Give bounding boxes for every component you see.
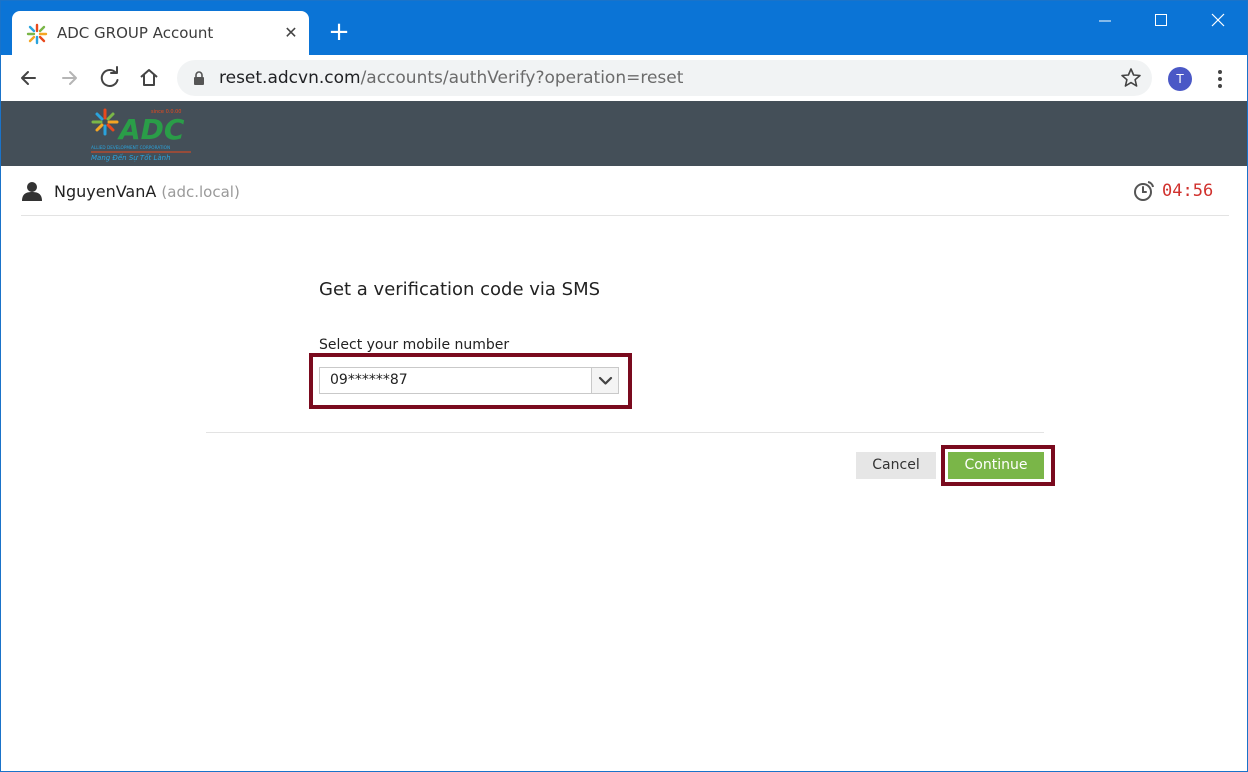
form-divider	[206, 432, 1044, 433]
mobile-number-select[interactable]: 09******87	[319, 367, 619, 394]
site-header: since 0.0.00 ADC ALLIED DEVELOPMENT CORP…	[1, 101, 1247, 166]
home-icon[interactable]	[135, 64, 163, 92]
timer-icon	[1134, 181, 1154, 201]
logo-slogan: Mang Đến Sự Tốt Lành	[91, 154, 171, 162]
back-arrow-icon[interactable]	[15, 64, 43, 92]
dropdown-toggle[interactable]	[591, 368, 618, 393]
mobile-number-label: Select your mobile number	[319, 337, 510, 353]
profile-avatar[interactable]: T	[1168, 67, 1192, 91]
minimize-button[interactable]	[1085, 7, 1125, 35]
cancel-button[interactable]: Cancel	[856, 452, 936, 479]
browser-tab[interactable]: ADC GROUP Account ✕	[12, 11, 309, 55]
user-name-line: NguyenVanA (adc.local)	[54, 182, 240, 201]
mobile-number-value: 09******87	[330, 372, 408, 388]
lock-icon	[194, 71, 204, 85]
user-name: NguyenVanA	[54, 182, 157, 201]
url-host: reset.adcvn.com	[219, 68, 361, 88]
adc-favicon-icon	[26, 23, 48, 45]
bookmark-star-icon[interactable]	[1120, 67, 1142, 89]
url-path: /accounts/authVerify?operation=reset	[360, 68, 684, 88]
adc-logo: since 0.0.00 ADC ALLIED DEVELOPMENT CORP…	[91, 108, 191, 162]
tab-title: ADC GROUP Account	[57, 24, 214, 42]
maximize-button[interactable]	[1141, 7, 1181, 35]
logo-company: ALLIED DEVELOPMENT CORPORATION	[91, 145, 170, 150]
tab-close-icon[interactable]: ✕	[281, 23, 301, 43]
browser-toolbar: reset.adcvn.com/accounts/authVerify?oper…	[1, 55, 1247, 101]
browser-window: ADC GROUP Account ✕ + reset.adcvn.com/ac…	[0, 0, 1248, 772]
logo-text: ADC	[117, 113, 185, 146]
title-bar: ADC GROUP Account ✕ +	[1, 1, 1247, 55]
menu-dots-icon[interactable]	[1211, 67, 1229, 91]
close-window-button[interactable]	[1198, 7, 1238, 35]
address-bar[interactable]: reset.adcvn.com/accounts/authVerify?oper…	[177, 60, 1152, 96]
session-countdown: 04:56	[1162, 181, 1214, 201]
user-icon	[22, 182, 42, 201]
forward-arrow-icon[interactable]	[55, 64, 83, 92]
continue-button[interactable]: Continue	[948, 452, 1044, 479]
form-title: Get a verification code via SMS	[319, 279, 601, 300]
chevron-down-icon	[598, 376, 613, 385]
user-bar: NguyenVanA (adc.local) 04:56	[21, 166, 1229, 216]
user-domain: (adc.local)	[161, 183, 240, 201]
url-text[interactable]: reset.adcvn.com/accounts/authVerify?oper…	[219, 68, 683, 88]
reload-icon[interactable]	[96, 64, 124, 92]
new-tab-button[interactable]: +	[327, 19, 351, 45]
